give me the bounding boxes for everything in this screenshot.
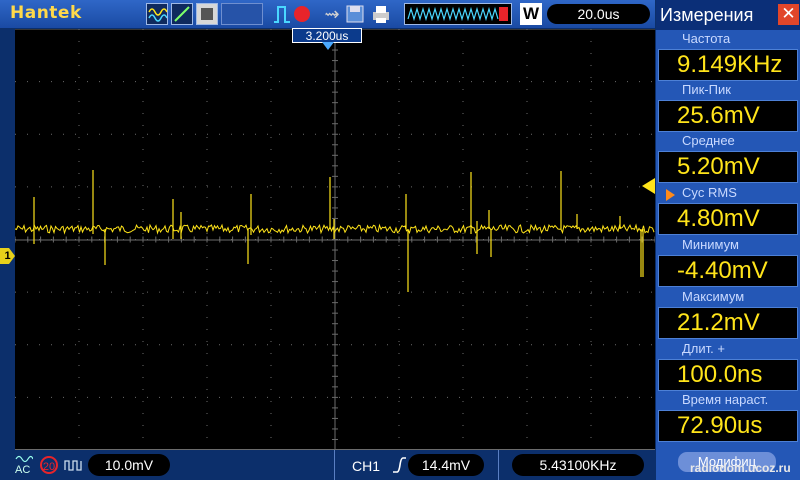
measurement-value-frequency[interactable]: 9.149KHz: [658, 49, 798, 81]
volts-per-div-readout[interactable]: 10.0mV: [88, 454, 170, 476]
ramp-mode-icon[interactable]: [171, 3, 193, 25]
measurement-value-rise-time[interactable]: 72.90us: [658, 410, 798, 442]
record-icon[interactable]: [294, 6, 310, 22]
measurement-value-peak-to-peak[interactable]: 25.6mV: [658, 100, 798, 132]
ac-wave-icon: [15, 455, 33, 463]
trigger-channel-label: CH1: [352, 458, 381, 474]
close-button[interactable]: ✕: [778, 4, 799, 25]
measurements-panel: Измерения ✕ Частота 9.149KHz Пик-Пик 25.…: [656, 0, 800, 480]
measurement-label-rise-time: Время нараст.: [682, 392, 769, 407]
bottom-status-bar: AC 20 10.0mV CH1 14.4mV 5.43100KHz: [0, 450, 656, 480]
probe-icon: [64, 460, 82, 471]
measurement-label-maximum: Максимум: [682, 289, 745, 304]
memory-label: W: [520, 3, 542, 25]
selected-measurement-arrow-icon: [666, 189, 675, 201]
waveform-mode-icon[interactable]: [146, 3, 168, 25]
trigger-position-marker[interactable]: [322, 42, 334, 50]
print-icon[interactable]: [370, 3, 392, 25]
trigger-position-readout: 3.200us: [292, 28, 362, 43]
arrow-icon[interactable]: ⇝: [322, 3, 342, 25]
rising-edge-icon[interactable]: [392, 456, 406, 474]
coupling-label: AC: [15, 464, 31, 476]
trigger-frequency-readout: 5.43100KHz: [512, 454, 644, 476]
measurement-value-maximum[interactable]: 21.2mV: [658, 307, 798, 339]
ch1-trace: [15, 170, 655, 292]
waveform-display[interactable]: [15, 29, 655, 450]
separator: [334, 450, 335, 480]
measurement-value-minimum[interactable]: -4.40mV: [658, 255, 798, 287]
ch1-ground-marker[interactable]: 1: [0, 248, 15, 264]
measurement-label-minimum: Минимум: [682, 237, 739, 252]
watermark: radiodom.ucoz.ru: [690, 461, 791, 475]
top-toolbar: Hantek ⇝ W 20.0us: [0, 0, 655, 28]
measurement-value-pulse-width[interactable]: 100.0ns: [658, 359, 798, 391]
separator: [498, 450, 499, 480]
trigger-level-marker[interactable]: [642, 178, 655, 194]
measurement-value-mean[interactable]: 5.20mV: [658, 151, 798, 183]
measurement-label-pulse-width: Длит. +: [682, 341, 725, 356]
save-icon[interactable]: [345, 3, 365, 25]
measurement-label-cyc-rms: Cyc RMS: [682, 185, 737, 200]
blank-slot: [221, 3, 263, 25]
brand-logo: Hantek: [10, 3, 82, 23]
measurement-label-mean: Среднее: [682, 133, 735, 148]
measurement-value-cyc-rms[interactable]: 4.80mV: [658, 203, 798, 235]
trigger-edge-icon[interactable]: [272, 3, 292, 25]
measurement-label-frequency: Частота: [682, 31, 731, 46]
timebase-readout[interactable]: 20.0us: [547, 4, 650, 24]
bandwidth-limit-icon[interactable]: 20: [40, 456, 58, 474]
trigger-level-readout[interactable]: 14.4mV: [408, 454, 484, 476]
memory-depth-indicator[interactable]: [404, 3, 512, 25]
measurement-label-peak-to-peak: Пик-Пик: [682, 82, 731, 97]
persistence-icon[interactable]: [196, 3, 218, 25]
